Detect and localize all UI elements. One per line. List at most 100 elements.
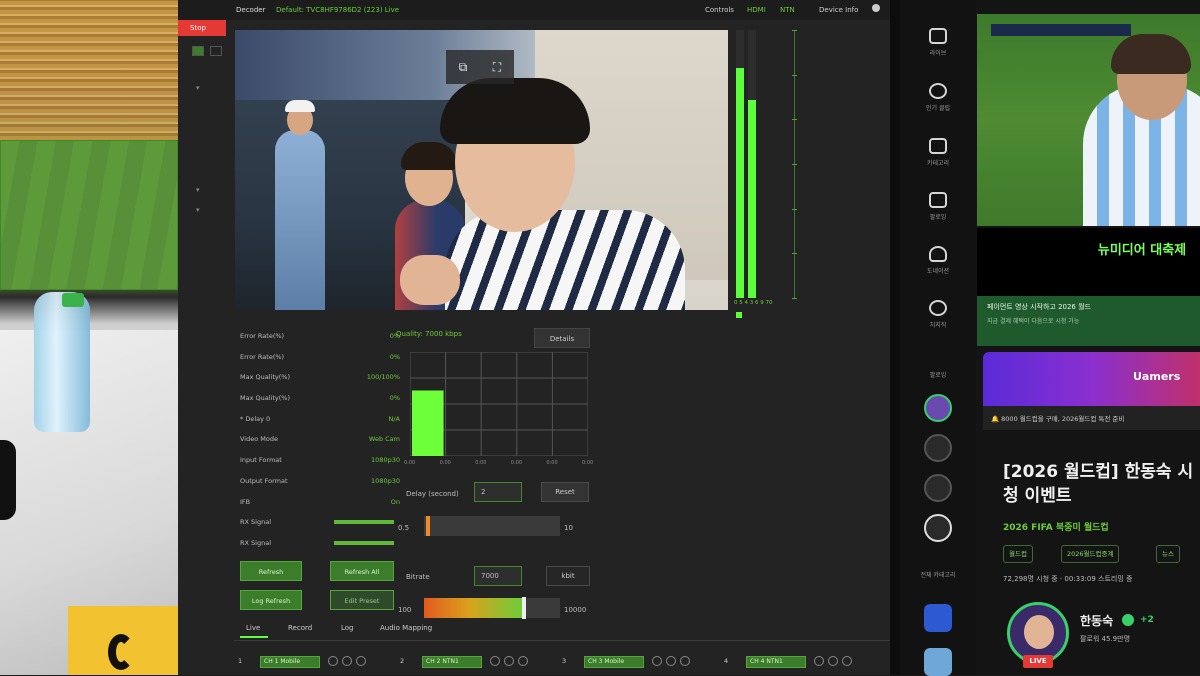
stop-button[interactable]: Stop bbox=[178, 20, 226, 36]
nav-item-following[interactable]: 팔로잉 bbox=[900, 192, 976, 221]
avatar[interactable] bbox=[924, 514, 952, 542]
avatar[interactable] bbox=[924, 434, 952, 462]
settings-icon[interactable] bbox=[814, 656, 824, 666]
bitrate-slider-handle[interactable] bbox=[522, 597, 526, 619]
avatar[interactable] bbox=[924, 394, 952, 422]
stat-row: Error Rate(%) 0% bbox=[240, 351, 400, 372]
grid-view-icon[interactable] bbox=[192, 46, 204, 56]
chevron-down-icon[interactable]: ▾ bbox=[196, 186, 200, 194]
live-video-player[interactable] bbox=[977, 14, 1200, 226]
video-preview[interactable]: ⧉ ⛶ bbox=[235, 30, 728, 310]
stat-row: Max Quality(%) 100/100% bbox=[240, 371, 400, 392]
event-banner[interactable]: 뉴미디어 대축제 bbox=[977, 228, 1200, 296]
nav-item-chzzk[interactable]: 치지직 bbox=[900, 300, 976, 329]
meter-level-left bbox=[736, 67, 744, 298]
delay-slider-handle[interactable] bbox=[426, 516, 430, 536]
following-heading: 팔로잉 bbox=[929, 372, 947, 379]
list-view-icon[interactable] bbox=[210, 46, 222, 56]
all-categories-link[interactable]: 전체 카테고리 bbox=[900, 570, 976, 579]
stat-label: Max Quality(%) bbox=[240, 394, 290, 403]
bitrate-label: Bitrate bbox=[406, 573, 430, 581]
stadium-photo bbox=[0, 0, 178, 675]
tab-audio-mapping[interactable]: Audio Mapping bbox=[380, 624, 432, 632]
chevron-down-icon[interactable]: ▾ bbox=[196, 206, 200, 214]
stat-row: IFB On bbox=[240, 496, 400, 517]
reset-button[interactable]: Reset bbox=[541, 482, 589, 502]
settings-icon[interactable] bbox=[328, 656, 338, 666]
promo-subbar[interactable]: 🔔 8000 월드컵을 구매, 2026월드컵 특전 준비 bbox=[983, 406, 1200, 430]
quality-chart bbox=[410, 352, 588, 456]
refresh-icon[interactable] bbox=[504, 656, 514, 666]
power-icon[interactable] bbox=[842, 656, 852, 666]
promo-banner[interactable]: Uamers bbox=[983, 352, 1200, 406]
device-info-label[interactable]: Device Info bbox=[819, 6, 858, 14]
channel-label: CH 3 Mobile bbox=[584, 656, 644, 668]
nav-item-clips[interactable]: 인기 클립 bbox=[900, 83, 976, 112]
power-icon[interactable] bbox=[518, 656, 528, 666]
avatar[interactable] bbox=[924, 474, 952, 502]
delay-slider-min: 0.5 bbox=[398, 524, 410, 532]
refresh-all-button[interactable]: Refresh All bbox=[330, 561, 394, 581]
grid-icon bbox=[929, 138, 947, 154]
chevron-down-icon[interactable]: ▾ bbox=[196, 84, 200, 92]
meter-tick bbox=[792, 74, 797, 76]
delay-slider[interactable] bbox=[424, 516, 560, 536]
channel-label: CH 4 NTN1 bbox=[746, 656, 806, 668]
tab-log[interactable]: Log bbox=[341, 624, 354, 632]
water-bottle bbox=[34, 292, 90, 432]
decoder-name: Default: TVC8HF9786D2 (223) Live bbox=[276, 6, 400, 14]
ntn-label[interactable]: NTN bbox=[780, 6, 795, 14]
bitrate-slider[interactable] bbox=[424, 597, 560, 619]
channel-slot[interactable]: 4 CH 4 NTN1 bbox=[724, 656, 884, 670]
category-thumb[interactable] bbox=[924, 604, 952, 632]
audio-meter: 0 5 4 3 6 9 70 bbox=[732, 30, 802, 320]
refresh-icon[interactable] bbox=[342, 656, 352, 666]
log-refresh-button[interactable]: Log Refresh bbox=[240, 590, 302, 610]
nav-item-live[interactable]: 라이브 bbox=[900, 28, 976, 57]
channel-slot[interactable]: 1 CH 1 Mobile bbox=[238, 656, 398, 670]
stat-row: RX Signal bbox=[240, 537, 400, 558]
video-icon bbox=[929, 28, 947, 44]
tab-record[interactable]: Record bbox=[288, 624, 312, 632]
channel-number: 1 bbox=[238, 657, 243, 665]
stat-row: Input Format 1080p30 bbox=[240, 454, 400, 475]
nav-item-category[interactable]: 카테고리 bbox=[900, 138, 976, 167]
refresh-icon[interactable] bbox=[666, 656, 676, 666]
snapshot-icon[interactable]: ⧉ bbox=[446, 50, 480, 84]
details-button[interactable]: Details bbox=[534, 328, 590, 348]
notice-box[interactable]: 페이먼트 영상 시작하고 2026 월드 지금 결제 혜택이 다음으로 시청 가… bbox=[977, 296, 1200, 346]
signal-bar bbox=[334, 540, 394, 545]
tag-chip[interactable]: 뉴스 bbox=[1156, 545, 1180, 563]
controls-label[interactable]: Controls bbox=[705, 6, 734, 14]
channel-slot[interactable]: 2 CH 2 NTN1 bbox=[400, 656, 560, 670]
stat-label: Video Mode bbox=[240, 435, 278, 444]
channel-name[interactable]: 한동숙 bbox=[1080, 612, 1113, 629]
meter-tick bbox=[792, 298, 797, 299]
refresh-icon[interactable] bbox=[828, 656, 838, 666]
tab-live[interactable]: Live bbox=[246, 624, 260, 632]
fullscreen-icon[interactable]: ⛶ bbox=[480, 50, 514, 84]
quality-panel: Quality: 7000 kbps Details 0:00 0:00 0:00 0… bbox=[396, 322, 596, 472]
delay-slider-max: 10 bbox=[564, 524, 573, 532]
stat-label: IFB bbox=[240, 497, 251, 506]
settings-icon[interactable] bbox=[490, 656, 500, 666]
add-icon[interactable] bbox=[872, 4, 880, 12]
power-icon[interactable] bbox=[680, 656, 690, 666]
delay-input[interactable]: 2 bbox=[474, 482, 522, 502]
nav-item-donation[interactable]: 도네이션 bbox=[900, 246, 976, 275]
channel-slot[interactable]: 3 CH 3 Mobile bbox=[562, 656, 722, 670]
hdmi-label[interactable]: HDMI bbox=[747, 6, 766, 14]
bitrate-input[interactable]: 7000 bbox=[474, 566, 522, 586]
tag-chip[interactable]: 2026월드컵중계 bbox=[1061, 545, 1120, 563]
bitrate-unit[interactable]: kbit bbox=[546, 566, 590, 586]
tag-chip[interactable]: 월드컵 bbox=[1003, 545, 1033, 563]
power-icon[interactable] bbox=[356, 656, 366, 666]
viewer-meta: 72,298명 시청 중 · 00:33:09 스트리밍 중 bbox=[1003, 575, 1133, 583]
category-thumb[interactable] bbox=[924, 648, 952, 676]
edit-preset-button[interactable]: Edit Preset bbox=[330, 590, 394, 610]
category-link[interactable]: 2026 FIFA 북중미 월드컵 bbox=[1003, 520, 1109, 533]
refresh-button[interactable]: Refresh bbox=[240, 561, 302, 581]
settings-icon[interactable] bbox=[652, 656, 662, 666]
stat-label: RX Signal bbox=[240, 538, 272, 547]
stat-label: * Delay 0 bbox=[240, 414, 271, 423]
